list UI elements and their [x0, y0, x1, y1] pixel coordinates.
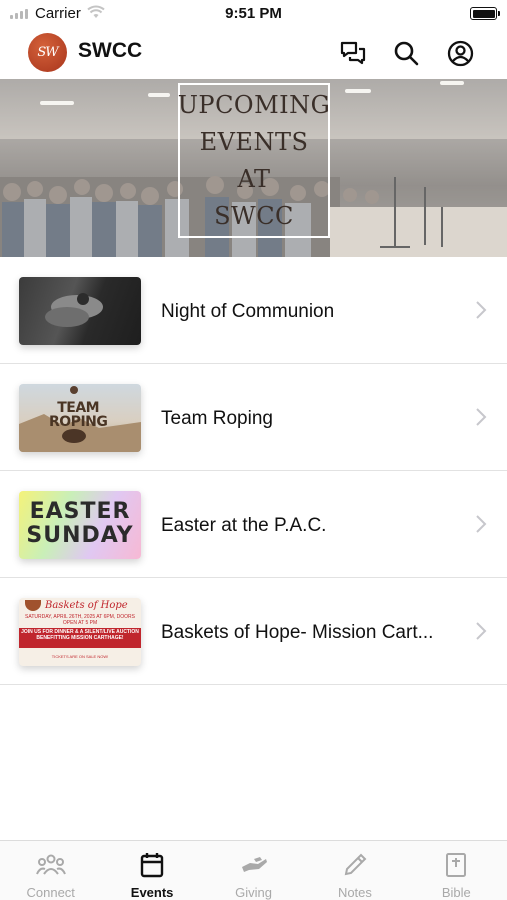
tab-bar: Connect Events Giving Notes Bible — [0, 840, 507, 900]
banner-line: UPCOMING — [177, 90, 331, 119]
easter-text: EASTER SUNDAY — [19, 500, 141, 548]
event-row-night-of-communion[interactable]: Night of Communion — [0, 257, 507, 364]
roping-line: TEAM — [57, 400, 100, 416]
communion-hands-image — [45, 293, 103, 327]
event-title: Team Roping — [161, 408, 273, 429]
event-title: Easter at the P.A.C. — [161, 515, 327, 536]
app-header: SW SWCC — [0, 28, 507, 79]
banner-line: SWCC — [214, 201, 294, 230]
giving-hand-icon — [239, 851, 269, 879]
tab-label: Notes — [337, 885, 372, 900]
event-row-baskets-of-hope[interactable]: Baskets of Hope SATURDAY, APRIL 26TH, 20… — [0, 578, 507, 685]
calendar-icon — [137, 851, 167, 879]
roping-line: ROPING — [49, 414, 108, 430]
status-bar: Carrier 9:51 PM — [0, 0, 507, 28]
tab-connect[interactable]: Connect — [0, 841, 101, 900]
banner-line: EVENTS — [199, 127, 309, 156]
banner-title-box: UPCOMING EVENTS AT SWCC — [178, 83, 330, 238]
chevron-right-icon — [476, 622, 487, 640]
event-thumbnail — [19, 277, 141, 345]
tab-label: Giving — [235, 885, 272, 900]
tab-bible[interactable]: Bible — [406, 841, 507, 900]
event-title: Baskets of Hope- Mission Cart... — [161, 622, 434, 643]
baskets-flyer-band: JOIN US FOR DINNER & A SILENT/LIVE AUCTI… — [19, 628, 141, 648]
baskets-flyer-foot: TICKETS ARE ON SALE NOW! — [51, 654, 109, 659]
pencil-icon — [340, 851, 370, 879]
tab-label: Connect — [26, 885, 75, 900]
tab-events[interactable]: Events — [101, 841, 202, 900]
people-icon — [35, 851, 66, 879]
easter-line: EASTER — [29, 499, 131, 524]
tab-giving[interactable]: Giving — [203, 841, 304, 900]
event-row-easter[interactable]: EASTER SUNDAY Easter at the P.A.C. — [0, 471, 507, 578]
tab-label: Bible — [441, 885, 471, 900]
roping-text: TEAM ROPING — [49, 400, 108, 430]
events-list: Night of Communion TEAM ROPING Team Ropi… — [0, 257, 507, 685]
chat-icon[interactable] — [338, 38, 368, 68]
chevron-right-icon — [476, 301, 487, 319]
search-icon[interactable] — [391, 38, 421, 68]
event-row-team-roping[interactable]: TEAM ROPING Team Roping — [0, 364, 507, 471]
chevron-right-icon — [476, 515, 487, 533]
baskets-flyer-title: Baskets of Hope — [45, 600, 128, 611]
status-time: 9:51 PM — [225, 5, 282, 22]
church-logo[interactable]: SW — [28, 33, 67, 72]
banner-line: AT — [237, 164, 271, 193]
baskets-flyer-date: SATURDAY, APRIL 26TH, 2025 AT 6PM, DOORS… — [25, 614, 135, 626]
event-thumbnail: EASTER SUNDAY — [19, 491, 141, 559]
app-title: SWCC — [78, 39, 143, 62]
tab-label: Events — [130, 885, 174, 900]
battery-icon — [470, 7, 500, 20]
bible-icon — [441, 851, 471, 879]
tab-notes[interactable]: Notes — [304, 841, 405, 900]
event-title: Night of Communion — [161, 301, 335, 322]
event-thumbnail: Baskets of Hope SATURDAY, APRIL 26TH, 20… — [19, 598, 141, 666]
upcoming-events-banner: UPCOMING EVENTS AT SWCC — [0, 79, 507, 257]
event-thumbnail: TEAM ROPING — [19, 384, 141, 452]
basket-icon — [25, 600, 41, 611]
chevron-right-icon — [476, 408, 487, 426]
logo-text: SW — [37, 45, 58, 60]
easter-line: SUNDAY — [26, 523, 134, 548]
account-icon[interactable] — [445, 38, 475, 68]
